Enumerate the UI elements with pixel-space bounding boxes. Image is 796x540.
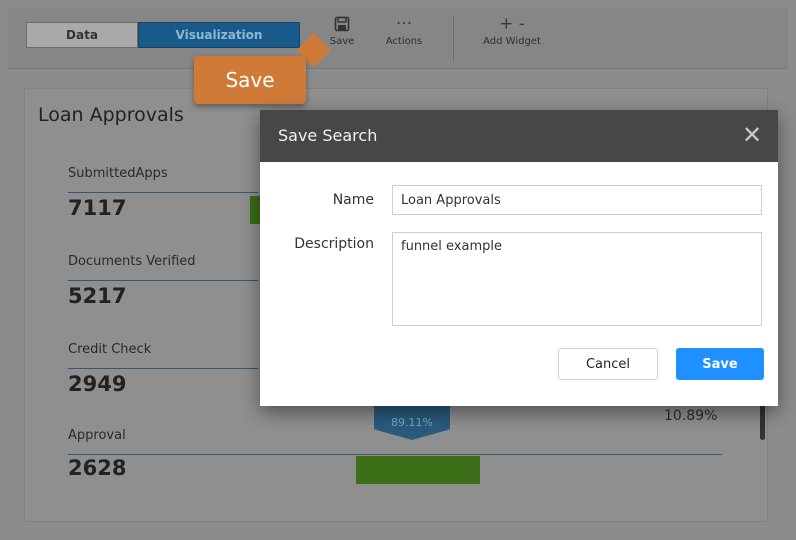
close-icon[interactable]: ✕	[738, 120, 766, 150]
name-input[interactable]	[392, 185, 762, 215]
metric-divider	[68, 368, 258, 369]
tab-visualization[interactable]: Visualization	[138, 22, 300, 48]
actions-tool-label: Actions	[385, 36, 423, 47]
toolbar: Data Visualization Save ··· Actions + - …	[8, 8, 788, 69]
description-textarea[interactable]: funnel example	[392, 232, 762, 326]
metric-value-documents: 5217	[68, 284, 127, 308]
save-tool-button[interactable]: Save	[320, 12, 364, 47]
metric-value-submitted: 7117	[68, 196, 127, 220]
save-button[interactable]: Save	[676, 348, 764, 380]
cancel-button[interactable]: Cancel	[558, 348, 658, 380]
metric-divider	[68, 192, 258, 193]
floppy-disk-icon	[320, 12, 364, 36]
save-search-dialog: Save Search ✕ Name Description funnel ex…	[260, 110, 778, 406]
plus-minus-icon: + -	[499, 14, 525, 34]
funnel-bar-approval	[356, 456, 480, 484]
metric-label-submitted: SubmittedApps	[68, 166, 168, 181]
add-widget-tool-label: Add Widget	[483, 36, 541, 47]
ellipsis-icon: ···	[395, 14, 413, 34]
metric-divider	[68, 454, 722, 455]
metric-divider	[68, 280, 258, 281]
save-callout: Save	[194, 56, 306, 104]
metric-value-approval: 2628	[68, 456, 127, 480]
name-label: Name	[332, 192, 374, 208]
dropoff-percent: 10.89%	[664, 408, 718, 424]
tab-data[interactable]: Data	[26, 22, 138, 48]
dialog-title: Save Search	[278, 126, 378, 145]
add-widget-tool-button[interactable]: + - Add Widget	[474, 12, 550, 47]
panel-title: Loan Approvals	[38, 104, 184, 126]
metric-value-credit: 2949	[68, 372, 127, 396]
metric-label-credit: Credit Check	[68, 342, 152, 357]
toolbar-divider	[453, 16, 454, 62]
actions-tool-button[interactable]: ··· Actions	[376, 12, 432, 47]
description-label: Description	[294, 236, 374, 252]
app-window: Data Visualization Save ··· Actions + - …	[0, 0, 796, 540]
dialog-header: Save Search ✕	[260, 110, 778, 162]
metric-label-documents: Documents Verified	[68, 254, 196, 269]
metric-label-approval: Approval	[68, 428, 126, 443]
